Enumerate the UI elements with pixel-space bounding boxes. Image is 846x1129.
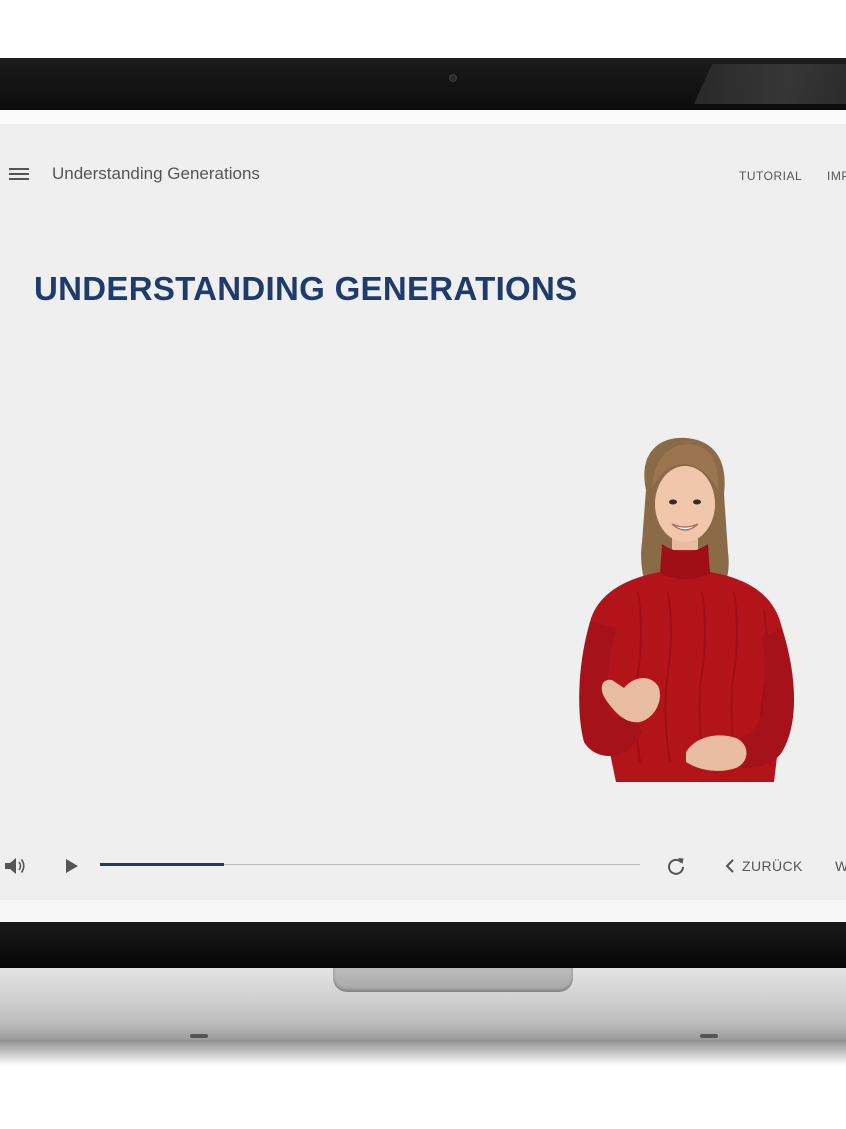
- play-icon[interactable]: [66, 859, 78, 873]
- app-header: Understanding Generations TUTORIAL IMPRE…: [0, 124, 846, 224]
- signer-image: [579, 437, 795, 782]
- laptop-bottom-bezel: [0, 922, 846, 968]
- laptop-mockup: Understanding Generations TUTORIAL IMPRE…: [0, 0, 846, 1129]
- laptop-top-bezel: [0, 58, 846, 110]
- screen: Understanding Generations TUTORIAL IMPRE…: [0, 124, 846, 900]
- webcam: [449, 74, 457, 82]
- chevron-left-icon: [725, 859, 734, 873]
- slide-heading: UNDERSTANDING GENERATIONS: [34, 270, 578, 307]
- app-title: Understanding Generations: [52, 164, 260, 183]
- player-controls: ZURÜCK WEITER: [0, 844, 846, 888]
- nav-impressum[interactable]: IMPRESSUM: [827, 169, 846, 183]
- progress-fill: [100, 863, 225, 866]
- laptop-lid-notch: [333, 968, 573, 992]
- back-button[interactable]: ZURÜCK: [724, 856, 803, 876]
- laptop-shadow: [0, 1040, 846, 1066]
- laptop-foot: [700, 1034, 718, 1038]
- laptop-foot: [190, 1034, 208, 1038]
- replay-icon[interactable]: [666, 856, 686, 876]
- progress-bar[interactable]: [100, 863, 640, 866]
- hamburger-menu-icon[interactable]: [9, 168, 29, 182]
- back-label: ZURÜCK: [742, 858, 803, 874]
- volume-icon[interactable]: [4, 856, 26, 876]
- bezel-inner-top: [0, 110, 846, 124]
- nav-tutorial[interactable]: TUTORIAL: [739, 169, 802, 183]
- next-button[interactable]: WEITER: [835, 858, 846, 874]
- bezel-inner-bottom: [0, 900, 846, 922]
